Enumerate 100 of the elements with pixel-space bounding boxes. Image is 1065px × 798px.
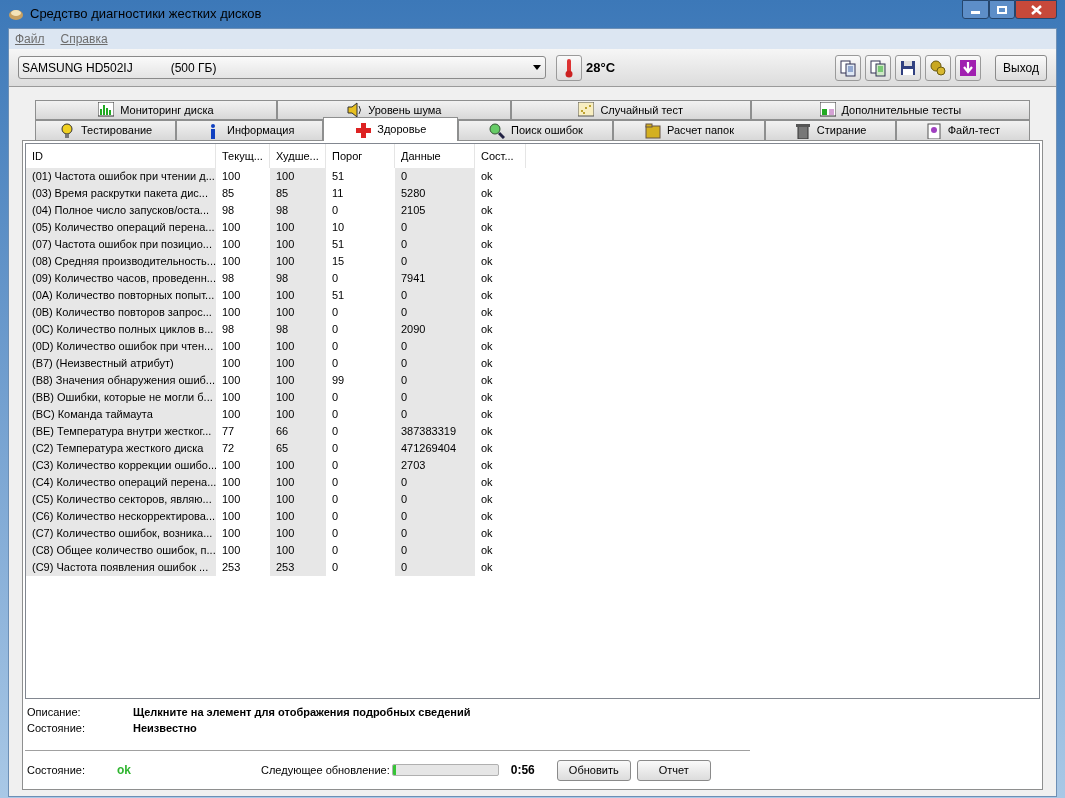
- table-cell: 387383319: [395, 423, 475, 440]
- report-button[interactable]: Отчет: [636, 759, 711, 781]
- table-cell: 253: [270, 559, 326, 576]
- chart-icon: [98, 102, 115, 118]
- tab[interactable]: Тестирование: [35, 120, 177, 141]
- table-cell: 0: [395, 253, 475, 270]
- tab[interactable]: Уровень шума: [276, 100, 511, 120]
- device-dropdown[interactable]: SAMSUNG HD502IJ (500 ГБ): [18, 56, 546, 79]
- field-label: Описание:: [27, 705, 82, 721]
- device-size: (500 ГБ): [170, 59, 217, 77]
- table-cell: 0: [395, 525, 475, 542]
- table-cell: 100: [270, 389, 326, 406]
- table-cell: (0B) Количество повторов запрос...: [26, 304, 216, 321]
- table-cell: 0: [395, 542, 475, 559]
- table-cell: 100: [270, 457, 326, 474]
- table-cell: 98: [270, 202, 326, 219]
- device-name: SAMSUNG HD502IJ: [22, 59, 133, 77]
- table-cell: 100: [270, 287, 326, 304]
- tab[interactable]: Здоровье: [323, 117, 459, 141]
- table-cell: (C9) Частота появления ошибок ...: [26, 559, 216, 576]
- close-button[interactable]: [1015, 0, 1057, 19]
- table-cell: 98: [270, 321, 326, 338]
- countdown-time: 0:56: [510, 762, 536, 779]
- table-cell: (B8) Значения обнаружения ошиб...: [26, 372, 216, 389]
- refresh-button[interactable]: Обновить: [556, 759, 631, 781]
- table-cell: (09) Количество часов, проведенн...: [26, 270, 216, 287]
- table-cell: (0D) Количество ошибок при чтен...: [26, 338, 216, 355]
- table-cell: (08) Средняя производительность...: [26, 253, 216, 270]
- exit-button[interactable]: Выход: [995, 54, 1047, 81]
- table-cell: 100: [270, 253, 326, 270]
- tab[interactable]: Поиск ошибок: [458, 120, 614, 141]
- tab[interactable]: Случайный тест: [510, 100, 751, 120]
- maximize-icon: [997, 5, 1007, 14]
- lightbulb-icon: [58, 122, 75, 139]
- table-cell: 2105: [395, 202, 475, 219]
- tab[interactable]: Информация: [176, 120, 324, 141]
- table-cell: (C6) Количество нескорректирова...: [26, 508, 216, 525]
- status-value: ok: [117, 762, 132, 779]
- temperature-reading: 28°C: [586, 58, 616, 77]
- speaker-icon: [346, 102, 363, 118]
- table-cell: 0: [395, 219, 475, 236]
- table-cell: 0: [395, 559, 475, 576]
- cross-icon: [355, 121, 372, 138]
- table-cell: (B7) (Неизвестный атрибут): [26, 355, 216, 372]
- tab[interactable]: Мониторинг диска: [35, 100, 277, 120]
- tab[interactable]: Дополнительные тесты: [750, 100, 1030, 120]
- table-cell: 100: [270, 355, 326, 372]
- download-button[interactable]: [955, 54, 981, 81]
- field-value: Неизвестно: [133, 721, 197, 737]
- status-label: Состояние:: [27, 762, 86, 778]
- copy-button[interactable]: [835, 54, 861, 81]
- table-cell: 98: [270, 270, 326, 287]
- table-cell: 100: [270, 338, 326, 355]
- next-update-label: Следующее обновление:: [261, 762, 390, 778]
- table-cell: (BE) Температура внутри жестког...: [26, 423, 216, 440]
- menu-item[interactable]: Файл: [15, 30, 45, 48]
- table-cell: (03) Время раскрутки пакета дис...: [26, 185, 216, 202]
- table-cell: 0: [395, 508, 475, 525]
- table-cell: 0: [395, 389, 475, 406]
- tab[interactable]: Стирание: [765, 120, 896, 141]
- close-icon: [1030, 4, 1042, 15]
- table-cell: 0: [395, 304, 475, 321]
- field-label: Состояние:: [27, 721, 86, 737]
- table-cell: (BC) Команда таймаута: [26, 406, 216, 423]
- table-cell: 0: [395, 406, 475, 423]
- table-cell: (C7) Количество ошибок, возника...: [26, 525, 216, 542]
- table-cell: 0: [395, 491, 475, 508]
- maximize-button[interactable]: [989, 0, 1015, 19]
- trash-icon: [794, 122, 811, 139]
- table-cell: 2090: [395, 321, 475, 338]
- table-cell: (C5) Количество секторов, являю...: [26, 491, 216, 508]
- table-cell: 100: [270, 491, 326, 508]
- table-cell: 471269404: [395, 440, 475, 457]
- table-cell: (C8) Общее количество ошибок, п...: [26, 542, 216, 559]
- menu-item[interactable]: Справка: [60, 30, 108, 48]
- save-button[interactable]: [895, 54, 921, 81]
- thermometer-button[interactable]: [556, 54, 582, 81]
- table-cell: 0: [395, 355, 475, 372]
- minimize-icon: [971, 11, 980, 14]
- table-cell: (01) Частота ошибок при чтении д...: [26, 168, 216, 185]
- table-cell: 5280: [395, 185, 475, 202]
- table-cell: 100: [270, 236, 326, 253]
- window-title: Средство диагностики жестких дисков: [30, 5, 262, 24]
- table-cell: 65: [270, 440, 326, 457]
- chart-icon: [819, 102, 836, 118]
- scatter-icon: [578, 102, 595, 118]
- table-cell: 100: [270, 542, 326, 559]
- table-cell: (BB) Ошибки, которые не могли б...: [26, 389, 216, 406]
- table-cell: 7941: [395, 270, 475, 287]
- table-cell: 0: [395, 287, 475, 304]
- tab[interactable]: Расчет папок: [613, 120, 766, 141]
- table-cell: (C4) Количество операций перена...: [26, 474, 216, 491]
- table-cell: 2703: [395, 457, 475, 474]
- magnifier-icon: [489, 122, 505, 139]
- table-cell: (0A) Количество повторных попыт...: [26, 287, 216, 304]
- caret-icon: [533, 65, 541, 70]
- minimize-button[interactable]: [962, 0, 989, 19]
- table-cell: 0: [395, 338, 475, 355]
- table-cell: 85: [270, 185, 326, 202]
- table-cell: 0: [395, 474, 475, 491]
